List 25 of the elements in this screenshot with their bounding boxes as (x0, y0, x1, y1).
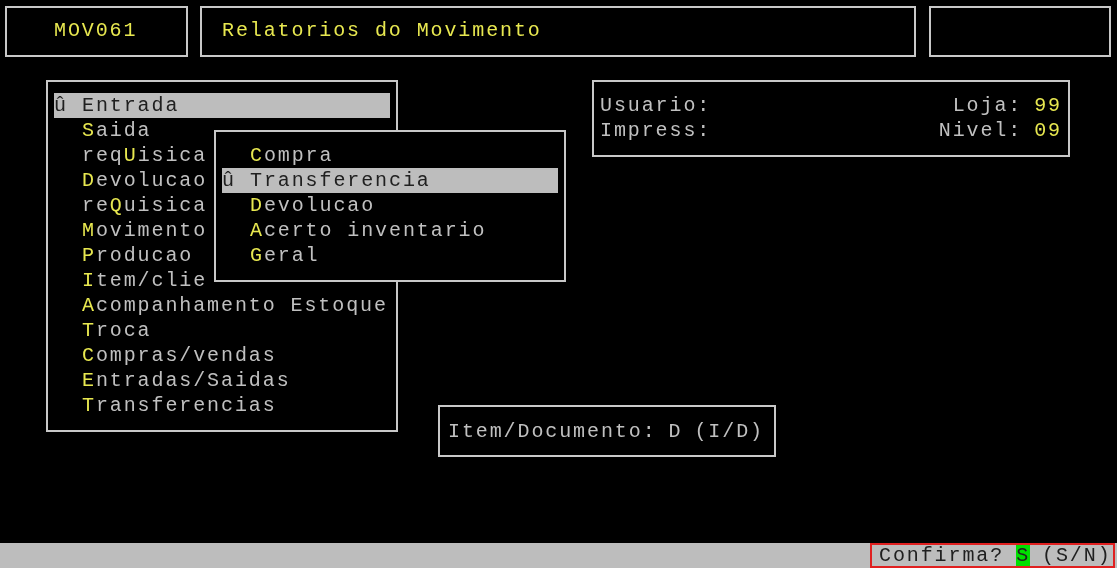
menu-item[interactable]: Transferencias (54, 393, 390, 418)
prompt-label: Confirma? (879, 545, 1005, 566)
menu-item[interactable]: û Entrada (54, 93, 390, 118)
menu-item[interactable]: Compras/vendas (54, 343, 390, 368)
field-value: D (668, 419, 683, 445)
level-label: Nivel: (938, 118, 1023, 143)
menu-item[interactable]: Acerto inventario (222, 218, 558, 243)
options-hint: (I/D) (694, 419, 764, 445)
store-value: 99 (1034, 93, 1062, 118)
options-hint: (S/N) (1042, 545, 1112, 566)
menu-item[interactable]: Entradas/Saidas (54, 368, 390, 393)
menu-item[interactable]: û Transferencia (222, 168, 558, 193)
menu-item[interactable]: Geral (222, 243, 558, 268)
field-label: Item/Documento: (448, 419, 657, 445)
user-label: Usuario: (600, 93, 712, 118)
menu-item[interactable]: Compra (222, 143, 558, 168)
store-label: Loja: (952, 93, 1023, 118)
printer-label: Impress: (600, 118, 712, 143)
level-value: 09 (1034, 118, 1062, 143)
menu-item[interactable]: Acompanhamento Estoque (54, 293, 390, 318)
program-code: MOV061 (54, 19, 138, 42)
answer-field[interactable]: S (1016, 545, 1031, 566)
screen-title: Relatorios do Movimento (222, 19, 542, 42)
menu-item[interactable]: Troca (54, 318, 390, 343)
menu-item[interactable]: Devolucao (222, 193, 558, 218)
